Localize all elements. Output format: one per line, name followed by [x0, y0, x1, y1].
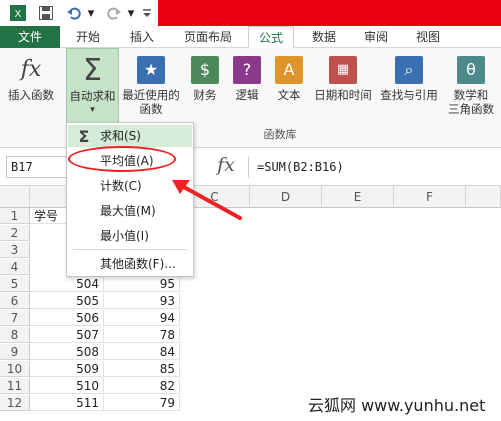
insert-function-button[interactable]: fx 插入函数: [2, 48, 60, 130]
insert-function-label: 插入函数: [8, 88, 54, 102]
cell-a8[interactable]: 507: [30, 327, 104, 343]
financial-button[interactable]: $ 财务: [186, 48, 224, 130]
redo-icon[interactable]: [104, 3, 124, 23]
date-time-button[interactable]: ▦ 日期和时间: [310, 48, 376, 130]
text-label: 文本: [277, 88, 301, 102]
cell-b10[interactable]: 85: [104, 361, 180, 377]
logical-button[interactable]: ? 逻辑: [228, 48, 266, 130]
menu-item-more-functions[interactable]: 其他函数(F)...: [68, 253, 192, 275]
cell-a10[interactable]: 509: [30, 361, 104, 377]
sigma-icon: Σ: [83, 53, 102, 88]
question-icon: ?: [233, 56, 261, 84]
svg-text:X: X: [15, 9, 22, 20]
tab-insert[interactable]: 插入: [118, 26, 166, 48]
financial-label: 财务: [193, 88, 217, 102]
cell-a6[interactable]: 505: [30, 293, 104, 309]
row-header[interactable]: 9: [0, 344, 30, 360]
cell-a9[interactable]: 508: [30, 344, 104, 360]
select-all-corner[interactable]: [0, 186, 30, 208]
text-icon: A: [275, 56, 303, 84]
fx-icon: fx: [20, 57, 42, 82]
row-header[interactable]: 12: [0, 395, 30, 411]
redo-dropdown-icon[interactable]: ▾: [126, 3, 136, 23]
row-header[interactable]: 7: [0, 310, 30, 326]
cell-a5[interactable]: 504: [30, 276, 104, 292]
excel-logo-icon[interactable]: X: [8, 3, 28, 23]
undo-dropdown-icon[interactable]: ▾: [86, 3, 96, 23]
formula-input[interactable]: =SUM(B2:B16): [248, 156, 498, 178]
theta-icon: θ: [457, 56, 485, 84]
logical-label: 逻辑: [235, 88, 259, 102]
row-header[interactable]: 11: [0, 378, 30, 394]
recently-used-button[interactable]: ★ 最近使用的 函数: [120, 48, 182, 130]
math-trig-label: 数学和: [453, 88, 489, 102]
row-header[interactable]: 5: [0, 276, 30, 292]
lookup-reference-button[interactable]: ⌕ 查找与引用: [376, 48, 442, 130]
tab-file[interactable]: 文件: [0, 26, 60, 48]
cell-b9[interactable]: 84: [104, 344, 180, 360]
row-header[interactable]: 1: [0, 208, 30, 224]
cell-b11[interactable]: 82: [104, 378, 180, 394]
autosum-label: 自动求和: [69, 89, 116, 103]
date-time-label: 日期和时间: [314, 88, 372, 102]
column-header-g[interactable]: [466, 186, 501, 208]
text-button[interactable]: A 文本: [270, 48, 308, 130]
recently-used-label: 最近使用的: [122, 88, 180, 102]
undo-icon[interactable]: [64, 3, 84, 23]
function-library-group-label: 函数库: [263, 128, 297, 141]
menu-item-min[interactable]: 最小值(I): [68, 225, 192, 247]
star-icon: ★: [137, 56, 165, 84]
sigma-icon: Σ: [78, 127, 90, 146]
tab-data[interactable]: 数据: [300, 26, 348, 48]
tab-page-layout[interactable]: 页面布局: [172, 26, 244, 48]
row-header[interactable]: 10: [0, 361, 30, 377]
row-header[interactable]: 2: [0, 225, 30, 241]
calendar-icon: ▦: [329, 56, 357, 84]
coins-icon: $: [191, 56, 219, 84]
lookup-reference-label: 查找与引用: [380, 88, 438, 102]
autosum-button[interactable]: Σ 自动求和 ▾: [66, 48, 119, 130]
math-trig-label-2: 三角函数: [448, 102, 494, 116]
cell-b12[interactable]: 79: [104, 395, 180, 411]
row-header[interactable]: 4: [0, 259, 30, 275]
autosum-dropdown-icon[interactable]: ▾: [67, 103, 118, 117]
cell-a12[interactable]: 511: [30, 395, 104, 411]
cell-a7[interactable]: 506: [30, 310, 104, 326]
watermark: 云狐网 www.yunhu.net: [298, 390, 501, 421]
menu-item-sum[interactable]: Σ 求和(S): [68, 125, 192, 147]
annotation-highlight-circle: [68, 146, 176, 172]
recently-used-label-2: 函数: [139, 102, 163, 116]
cell-b6[interactable]: 93: [104, 293, 180, 309]
ribbon-tabs: 文件 开始 插入 页面布局 公式 数据 审阅 视图: [0, 26, 501, 48]
annotation-arrow: [172, 180, 242, 220]
tab-view[interactable]: 视图: [404, 26, 452, 48]
row-header[interactable]: 8: [0, 327, 30, 343]
tab-review[interactable]: 审阅: [352, 26, 400, 48]
math-trig-button[interactable]: θ 数学和 三角函数: [442, 48, 500, 130]
column-header-e[interactable]: E: [322, 186, 394, 208]
tab-home[interactable]: 开始: [64, 26, 112, 48]
title-redaction: [158, 0, 501, 26]
name-box[interactable]: B17: [6, 156, 74, 178]
watermark-text: 云狐网 www.yunhu.net: [308, 396, 486, 415]
row-header[interactable]: 6: [0, 293, 30, 309]
menu-separator: [73, 249, 187, 250]
customize-qat-icon[interactable]: [140, 3, 154, 23]
column-header-d[interactable]: D: [250, 186, 322, 208]
cell-b7[interactable]: 94: [104, 310, 180, 326]
cell-a11[interactable]: 510: [30, 378, 104, 394]
magnifier-icon: ⌕: [395, 56, 423, 84]
tab-formulas[interactable]: 公式: [248, 26, 294, 48]
save-icon[interactable]: [36, 3, 56, 23]
cell-b8[interactable]: 78: [104, 327, 180, 343]
row-header[interactable]: 3: [0, 242, 30, 258]
menu-item-sum-label: 求和(S): [100, 129, 141, 143]
cell-b5[interactable]: 95: [104, 276, 180, 292]
column-header-f[interactable]: F: [394, 186, 466, 208]
